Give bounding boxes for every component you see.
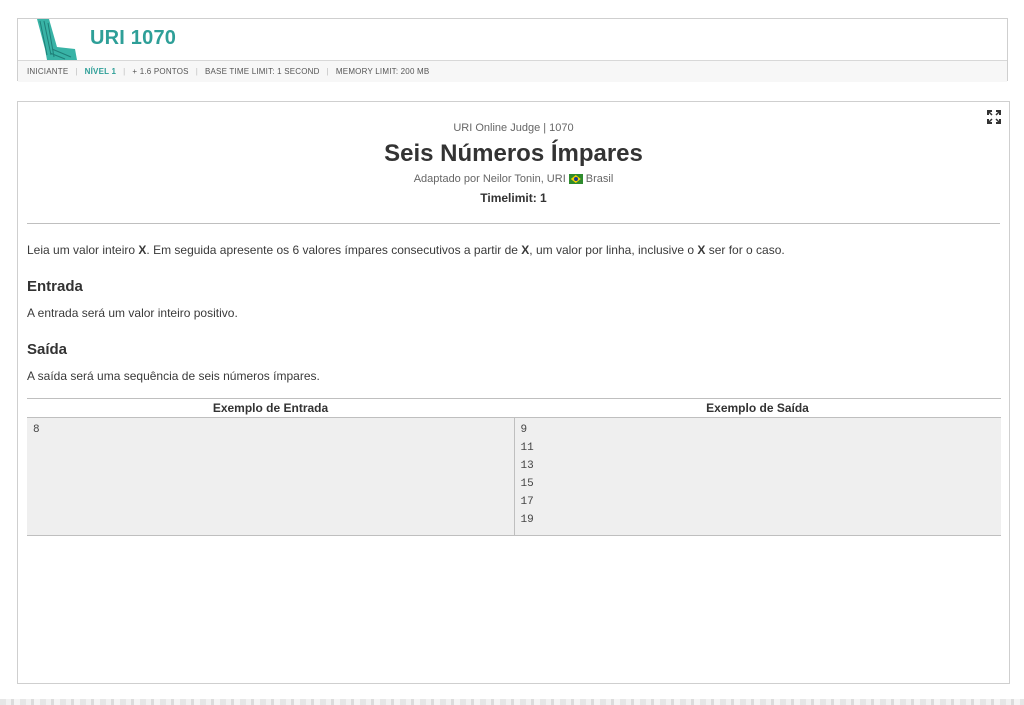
level-label: NÍVEL 1 [84, 67, 117, 76]
source-id: 1070 [549, 122, 574, 134]
brazil-flag-icon [568, 174, 583, 184]
header-top: URI 1070 [18, 19, 1007, 60]
expand-icon[interactable] [987, 110, 1001, 124]
country-label: Brasil [585, 173, 614, 185]
problem-meta-bar: INICIANTE | NÍVEL 1 | + 1.6 PONTOS | BAS… [18, 60, 1007, 82]
page-footer-texture [0, 699, 1024, 705]
meta-divider: | [195, 67, 198, 76]
statement-text: ser for o caso. [705, 243, 785, 257]
example-output-cell: 9 11 13 15 17 19 [513, 418, 1002, 535]
example-output-line: 15 [520, 478, 534, 490]
problem-code: URI 1070 [90, 27, 177, 49]
output-heading: Saída [27, 341, 68, 358]
problem-header: URI 1070 INICIANTE | NÍVEL 1 | + 1.6 PON… [17, 18, 1008, 82]
examples-table: Exemplo de Entrada Exemplo de Saída 8 9 … [27, 398, 1001, 536]
input-heading: Entrada [27, 278, 83, 295]
examples-body-row: 8 9 11 13 15 17 19 [27, 418, 1001, 535]
examples-header-row: Exemplo de Entrada Exemplo de Saída [27, 399, 1001, 418]
meta-divider: | [326, 67, 329, 76]
uri-logo-icon [37, 19, 77, 60]
points-label: + 1.6 PONTOS [132, 67, 189, 76]
input-description: A entrada será um valor inteiro positivo… [27, 306, 238, 320]
statement-text: , um valor por linha, inclusive o [529, 243, 698, 257]
problem-title: Seis Números Ímpares [384, 140, 643, 167]
example-output-line: 13 [520, 460, 534, 472]
meta-divider: | [123, 67, 126, 76]
meta-divider: | [75, 67, 78, 76]
statement-text: Leia um valor inteiro [27, 243, 139, 257]
category-label: INICIANTE [27, 67, 69, 76]
source-prefix: URI Online Judge | [453, 122, 550, 134]
problem-title-block: URI Online Judge | 1070 Seis Números Ímp… [18, 102, 1009, 206]
example-output-line: 11 [520, 442, 534, 454]
example-input-line: 8 [33, 424, 40, 436]
source-line: URI Online Judge | 1070 [18, 122, 1009, 136]
example-output-line: 17 [520, 496, 534, 508]
statement-text: . Em seguida apresente os 6 valores ímpa… [146, 243, 522, 257]
example-input-header: Exemplo de Entrada [212, 401, 329, 415]
time-limit-label: BASE TIME LIMIT: 1 SECOND [204, 67, 320, 76]
memory-limit-label: MEMORY LIMIT: 200 MB [335, 67, 430, 76]
author-text: Adaptado por Neilor Tonin, URI [413, 173, 566, 185]
timelimit-label: Timelimit: 1 [480, 191, 547, 205]
example-output-line: 9 [520, 424, 528, 436]
author-line: Adaptado por Neilor Tonin, URI Brasil [18, 172, 1009, 186]
problem-description-card: URI Online Judge | 1070 Seis Números Ímp… [17, 101, 1010, 684]
section-divider [27, 223, 1000, 224]
problem-statement: Leia um valor inteiro X. Em seguida apre… [27, 243, 1000, 258]
example-output-line: 19 [520, 514, 534, 526]
output-description: A saída será uma sequência de seis númer… [27, 369, 320, 383]
example-input-cell: 8 [27, 418, 514, 535]
problem-body: Leia um valor inteiro X. Em seguida apre… [18, 243, 1009, 384]
example-output-header: Exemplo de Saída [706, 401, 809, 415]
